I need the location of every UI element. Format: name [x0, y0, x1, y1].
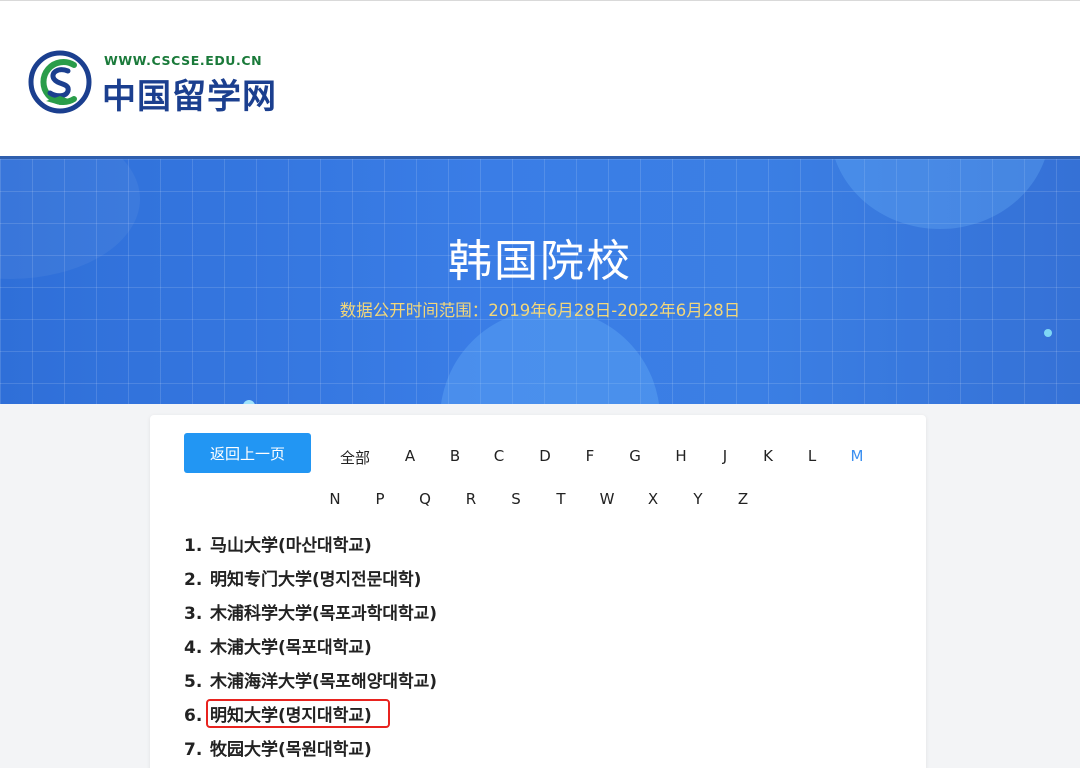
list-item[interactable]: 1. 马山大学(마산대학교)	[184, 531, 437, 565]
university-list-card: 返回上一页 全部 A B C D F G H J K L M N P Q R S T W X Y Z 1. 马山大学(마산대…	[150, 415, 926, 768]
list-item[interactable]: 4. 木浦大学(목포대학교)	[184, 633, 437, 667]
list-item[interactable]: 2. 明知专门大学(명지전문대학)	[184, 565, 437, 599]
letter-filter-j[interactable]: J	[723, 447, 727, 465]
data-range-subtitle: 数据公开时间范围：2019年6月28日-2022年6月28日	[339, 301, 741, 320]
letter-filter-r[interactable]: R	[466, 490, 476, 508]
letter-filter-g[interactable]: G	[629, 447, 641, 465]
site-logo[interactable]: WWW.CSCSE.EDU.CN 中国留学网	[28, 47, 278, 117]
letter-filter-c[interactable]: C	[494, 447, 504, 465]
list-item-number: 1.	[184, 536, 203, 556]
list-item-number: 2.	[184, 570, 203, 590]
letter-filter-l[interactable]: L	[808, 447, 816, 465]
letter-filter-y[interactable]: Y	[693, 490, 702, 508]
list-item-number: 6.	[184, 706, 203, 726]
university-link[interactable]: 明知专门大学(명지전문대학)	[210, 565, 421, 590]
letter-filter-all[interactable]: 全部	[340, 447, 370, 468]
letter-filter-n[interactable]: N	[329, 490, 340, 508]
list-item[interactable]: 5. 木浦海洋大学(목포해양대학교)	[184, 667, 437, 701]
list-item-number: 3.	[184, 604, 203, 624]
letter-filter-h[interactable]: H	[675, 447, 686, 465]
university-link[interactable]: 马山大学(마산대학교)	[210, 531, 372, 556]
list-item[interactable]: 7. 牧园大学(목원대학교)	[184, 735, 437, 768]
letter-filter-f[interactable]: F	[586, 447, 595, 465]
list-item[interactable]: 3. 木浦科学大学(목포과학대학교)	[184, 599, 437, 633]
letter-filter-m[interactable]: M	[851, 447, 864, 465]
university-link[interactable]: 木浦大学(목포대학교)	[210, 633, 372, 658]
letter-filter-q[interactable]: Q	[419, 490, 431, 508]
page-title: 韩国院校	[448, 236, 632, 287]
letter-filter-s[interactable]: S	[511, 490, 521, 508]
letter-filter-w[interactable]: W	[600, 490, 615, 508]
letter-filter-t[interactable]: T	[556, 490, 565, 508]
letter-filter-b[interactable]: B	[450, 447, 460, 465]
cscse-logo-icon	[28, 50, 92, 114]
letter-filter-a[interactable]: A	[405, 447, 415, 465]
university-list: 1. 马山大学(마산대학교) 2. 明知专门大学(명지전문대학) 3. 木浦科学大学(목포…	[184, 531, 437, 768]
list-item-number: 7.	[184, 740, 203, 760]
university-link-highlighted[interactable]: 明知大学(명지대학교)	[206, 699, 390, 728]
banner-decor-dot	[1044, 329, 1052, 337]
letter-filter-k[interactable]: K	[763, 447, 773, 465]
letter-filter-z[interactable]: Z	[738, 490, 748, 508]
letter-filter-x[interactable]: X	[648, 490, 658, 508]
list-item-number: 5.	[184, 672, 203, 692]
page-banner: 韩国院校 数据公开时间范围：2019年6月28日-2022年6月28日	[0, 156, 1080, 404]
list-item[interactable]: 6. 明知大学(명지대학교)	[184, 699, 437, 735]
university-link[interactable]: 木浦海洋大学(목포해양대학교)	[210, 667, 437, 692]
site-name: 中国留学网	[102, 77, 277, 117]
university-link[interactable]: 牧园大学(목원대학교)	[210, 735, 372, 760]
university-link[interactable]: 木浦科学大学(목포과학대학교)	[210, 599, 437, 624]
list-item-number: 4.	[184, 638, 203, 658]
letter-filter-p[interactable]: P	[375, 490, 384, 508]
site-header: WWW.CSCSE.EDU.CN 中国留学网	[0, 0, 1080, 156]
back-button[interactable]: 返回上一页	[184, 433, 311, 473]
letter-filter-d[interactable]: D	[539, 447, 551, 465]
site-url: WWW.CSCSE.EDU.CN	[104, 53, 263, 68]
